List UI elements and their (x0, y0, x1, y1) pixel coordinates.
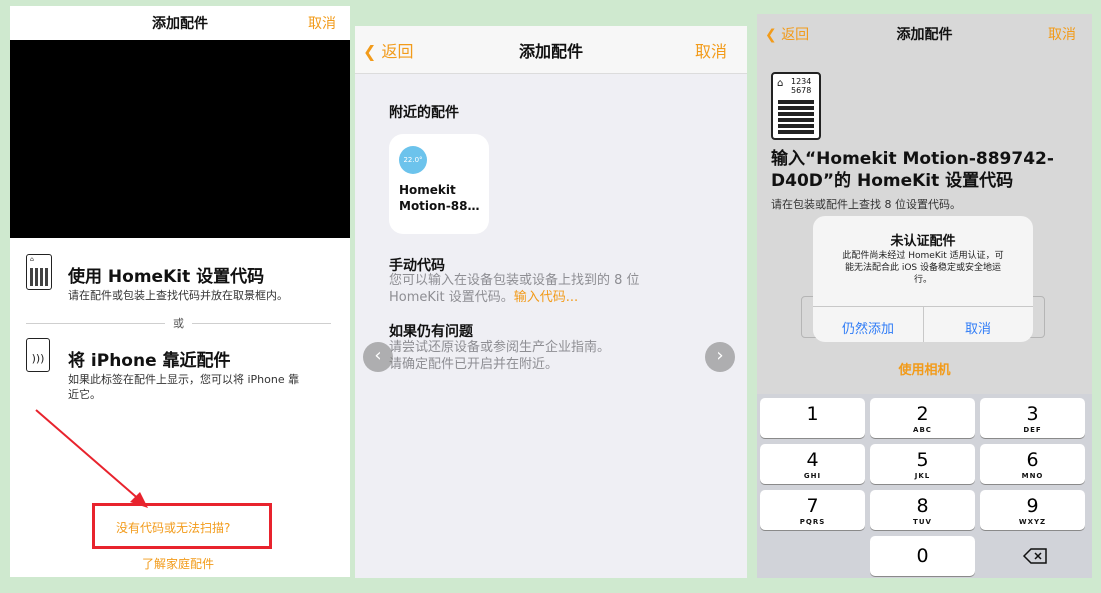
option-nfc-title: 将 iPhone 靠近配件 (68, 351, 231, 371)
code-headline: 输入“Homekit Motion-889742- D40D”的 HomeKit… (771, 149, 1054, 191)
key-6[interactable]: 6 MNO (980, 444, 1085, 484)
cancel-button[interactable]: 取消 (1048, 24, 1076, 44)
add-anyway-button[interactable]: 仍然添加 (813, 318, 923, 337)
uncertified-alert: 未认证配件 此配件尚未经过 HomeKit 适用认证，可 能无法配合此 iOS … (813, 216, 1033, 342)
chevron-right-icon: › (716, 345, 724, 366)
problem-line1: 请尝试还原设备或参阅生产企业指南。 (389, 340, 611, 355)
learn-accessories-link[interactable]: 了解家庭配件 (142, 555, 214, 572)
manual-code-line1: 您可以输入在设备包装或设备上找到的 8 位 (389, 273, 640, 288)
nfc-icon: ))) (26, 338, 50, 372)
key-5[interactable]: 5 JKL (870, 444, 975, 484)
or-label: 或 (165, 315, 192, 331)
camera-viewfinder (10, 40, 350, 238)
accessory-name: Homekit Motion-88… (399, 183, 480, 213)
numeric-keypad: 1 2 ABC 3 DEF 4 GHI 5 JKL 6 MNO 7 PQRS 8 TUV 9W… (757, 394, 1092, 578)
alert-title: 未认证配件 (890, 234, 956, 249)
enter-code-screen: ❮ 返回 添加配件 取消 ⌂ 1234 5678 输入“Homekit Motio… (757, 14, 1092, 578)
enter-code-link[interactable]: 输入代码... (514, 290, 578, 305)
nearby-screen: ❮ 返回 添加配件 取消 附近的配件 22.0° Homekit Motion-… (355, 26, 747, 578)
scan-screen: 添加配件 取消 ⌂ 使用 HomeKit 设置代码 请在配件或包装上查找代码并放… (10, 6, 350, 577)
key-1[interactable]: 1 (760, 398, 865, 438)
option-nfc-desc-line1: 如果此标签在配件上显示，您可以将 iPhone 靠 (68, 373, 300, 386)
temperature-badge: 22.0° (399, 146, 427, 174)
cancel-button[interactable]: 取消 (695, 38, 727, 62)
key-2[interactable]: 2 ABC (870, 398, 975, 438)
option-setup-code-desc: 请在配件或包装上查找代码并放在取景框内。 (68, 289, 288, 302)
qr-code-icon: ⌂ (26, 254, 52, 290)
key-3[interactable]: 3 DEF (980, 398, 1085, 438)
alert-message: 此配件尚未经过 HomeKit 适用认证，可 能无法配合此 iOS 设备稳定或安… (842, 251, 1004, 285)
carousel-prev-button[interactable]: ‹ (363, 342, 393, 372)
accessory-tile[interactable]: 22.0° Homekit Motion-88… (389, 134, 489, 234)
nearby-heading: 附近的配件 (389, 105, 459, 121)
nav-title: 添加配件 (896, 27, 953, 43)
problem-heading: 如果仍有问题 (389, 324, 473, 340)
option-nfc-desc-line2: 近它。 (68, 388, 101, 401)
nav-title: 添加配件 (152, 16, 208, 32)
key-8[interactable]: 8 TUV (870, 490, 975, 530)
manual-code-line2: HomeKit 设置代码。输入代码... (389, 290, 579, 305)
delete-icon (1022, 548, 1047, 564)
no-code-link[interactable]: 没有代码或无法扫描? (116, 519, 230, 536)
setup-code-icon: ⌂ 1234 5678 (771, 72, 821, 140)
cancel-button[interactable]: 取消 (308, 13, 336, 33)
chevron-left-icon: ‹ (374, 345, 382, 366)
key-9[interactable]: 9 WXYZ (980, 490, 1085, 530)
option-setup-code-title: 使用 HomeKit 设置代码 (68, 267, 265, 287)
alert-cancel-button[interactable]: 取消 (923, 318, 1033, 337)
use-camera-button[interactable]: 使用相机 (757, 359, 1092, 378)
annotation-arrow (35, 409, 148, 508)
key-0[interactable]: 0 (870, 536, 975, 576)
nav-title: 添加配件 (518, 42, 583, 61)
key-4[interactable]: 4 GHI (760, 444, 865, 484)
code-instruction: 请在包装或配件上查找 8 位设置代码。 (771, 198, 961, 211)
carousel-next-button[interactable]: › (705, 342, 735, 372)
delete-key[interactable] (980, 536, 1085, 576)
problem-line2: 请确定配件已开启并在附近。 (389, 357, 559, 372)
key-7[interactable]: 7 PQRS (760, 490, 865, 530)
